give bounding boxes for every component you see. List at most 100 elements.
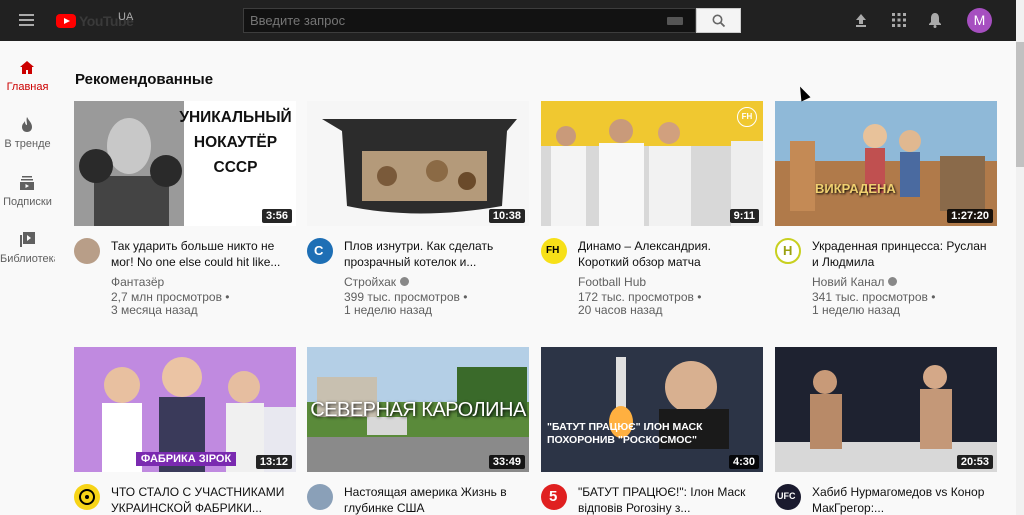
duration-badge: 33:49: [488, 455, 525, 469]
upload-age: 1 неделю назад: [344, 303, 433, 317]
thumbnail-caption: ФАБРИКА ЗІРОК: [136, 452, 236, 466]
video-card[interactable]: "БАТУТ ПРАЦЮЄ" ІЛОН МАСК ПОХОРОНИВ "РОСК…: [541, 347, 763, 515]
video-thumbnail[interactable]: ВИКРАДЕНА 1:27:20: [775, 101, 997, 226]
channel-avatar[interactable]: C: [307, 238, 333, 264]
upload-age: 20 часов назад: [578, 303, 663, 317]
duration-badge: 13:12: [255, 455, 292, 469]
cartoon-princess-image: [775, 101, 997, 226]
upload-age: 3 месяца назад: [111, 303, 198, 317]
view-count: 399 тыс. просмотров •: [344, 290, 468, 304]
thumbnail-caption: СЕВЕРНАЯ КАРОЛИНА: [310, 399, 526, 421]
library-icon: [20, 232, 35, 247]
search-box: [243, 8, 696, 33]
video-card[interactable]: ФАБРИКА ЗІРОК 13:12 ЧТО СТАЛО С УЧАСТНИК…: [74, 347, 296, 515]
channel-name[interactable]: Football Hub: [578, 275, 646, 289]
channel-avatar[interactable]: Н: [775, 238, 801, 264]
thumbnail-caption: УНИКАЛЬНЫЙ НОКАУТЁР СССР: [179, 109, 292, 176]
channel-name-text: Новий Канал: [812, 275, 885, 289]
view-count: 2,7 млн просмотров •: [111, 290, 230, 304]
duration-badge: 1:27:20: [947, 209, 993, 223]
sidebar-item-label: В тренде: [4, 138, 51, 150]
channel-name[interactable]: Новий Канал: [812, 275, 898, 289]
pot-photo-image: [322, 119, 517, 214]
logo-region: UA: [118, 11, 134, 23]
sidebar-item-label: Библиотека: [0, 253, 55, 265]
sidebar: Главная В тренде Подписки Библиотека: [0, 41, 55, 515]
sidebar-item-home[interactable]: Главная: [0, 59, 55, 114]
video-card[interactable]: ВИКРАДЕНА 1:27:20 Н Украденная принцесса…: [775, 101, 997, 317]
section-title: Рекомендованные: [75, 71, 214, 88]
channel-name[interactable]: Стройхак: [344, 275, 410, 289]
channel-name-text: Фантазёр: [111, 275, 165, 289]
video-card[interactable]: СЕВЕРНАЯ КАРОЛИНА 33:49 Настоящая америк…: [307, 347, 529, 515]
channel-avatar[interactable]: [307, 484, 333, 510]
verified-icon: [888, 277, 898, 286]
sidebar-item-label: Подписки: [3, 196, 52, 208]
video-title[interactable]: Хабиб Нурмагомедов vs Конор МакГрегор:..…: [812, 484, 992, 515]
duration-badge: 4:30: [728, 455, 759, 469]
duration-badge: 3:56: [261, 209, 292, 223]
video-card[interactable]: 10:38 C Плов изнутри. Как сделать прозра…: [307, 101, 529, 317]
video-title[interactable]: Плов изнутри. Как сделать прозрачный кот…: [344, 238, 524, 270]
channel-avatar[interactable]: 5: [541, 484, 567, 510]
mouse-cursor-icon: [795, 84, 811, 102]
video-title[interactable]: Украденная принцесса: Руслан и Людмила: [812, 238, 992, 270]
video-title[interactable]: ЧТО СТАЛО С УЧАСТНИКАМИ УКРАИНСКОЙ ФАБРИ…: [111, 484, 291, 515]
football-players-image: [541, 101, 763, 226]
video-thumbnail[interactable]: 20:53: [775, 347, 997, 472]
thumbnail-caption: ВИКРАДЕНА: [815, 181, 896, 196]
duration-badge: 10:38: [488, 209, 525, 223]
video-thumbnail[interactable]: 10:38: [307, 101, 529, 226]
view-count: 341 тыс. просмотров •: [812, 290, 936, 304]
top-bar: YouTube UA M: [0, 0, 1024, 41]
upload-age: 1 неделю назад: [812, 303, 901, 317]
sidebar-item-trending[interactable]: В тренде: [0, 116, 55, 171]
search-button[interactable]: [696, 8, 741, 33]
channel-name[interactable]: Фантазёр: [111, 275, 164, 289]
ornament-icon: [79, 489, 95, 505]
video-card[interactable]: FH 9:11 FH Динамо – Александрия. Коротки…: [541, 101, 763, 317]
video-title[interactable]: Так ударить больше никто не мог! No one …: [111, 238, 291, 270]
apps-icon[interactable]: [891, 12, 907, 28]
channel-avatar[interactable]: [74, 238, 100, 264]
home-icon: [20, 61, 34, 74]
channel-avatar[interactable]: [74, 484, 100, 510]
search-icon: [712, 14, 726, 28]
sidebar-item-library[interactable]: Библиотека: [0, 231, 55, 286]
sidebar-item-label: Главная: [6, 81, 49, 93]
video-card[interactable]: 20:53 UFC Хабиб Нурмагомедов vs Конор Ма…: [775, 347, 997, 515]
channel-avatar[interactable]: FH: [541, 238, 567, 264]
video-thumbnail[interactable]: FH 9:11: [541, 101, 763, 226]
notifications-bell-icon[interactable]: [927, 12, 943, 28]
play-logo-icon: [56, 14, 76, 28]
video-card[interactable]: УНИКАЛЬНЫЙ НОКАУТЁР СССР 3:56 Так ударит…: [74, 101, 296, 317]
view-count: 172 тыс. просмотров •: [578, 290, 702, 304]
musk-rocket-image: [541, 347, 763, 472]
upload-icon[interactable]: [853, 12, 869, 28]
video-thumbnail[interactable]: СЕВЕРНАЯ КАРОЛИНА 33:49: [307, 347, 529, 472]
scrollbar-thumb[interactable]: [1016, 42, 1024, 167]
channel-avatar[interactable]: UFC: [775, 484, 801, 510]
video-thumbnail[interactable]: "БАТУТ ПРАЦЮЄ" ІЛОН МАСК ПОХОРОНИВ "РОСК…: [541, 347, 763, 472]
thumbnail-caption: "БАТУТ ПРАЦЮЄ" ІЛОН МАСК ПОХОРОНИВ "РОСК…: [547, 421, 703, 446]
duration-badge: 20:53: [956, 455, 993, 469]
sidebar-item-subscriptions[interactable]: Подписки: [0, 174, 55, 229]
page-scrollbar[interactable]: [1016, 0, 1024, 515]
subscriptions-icon: [20, 176, 34, 190]
duration-badge: 9:11: [729, 209, 759, 223]
channel-name-text: Football Hub: [578, 275, 647, 289]
video-title[interactable]: Динамо – Александрия. Короткий обзор мат…: [578, 238, 758, 270]
search-input[interactable]: [250, 13, 650, 28]
channel-watermark: FH: [737, 107, 757, 127]
video-thumbnail[interactable]: УНИКАЛЬНЫЙ НОКАУТЁР СССР 3:56: [74, 101, 296, 226]
keyboard-icon[interactable]: [667, 17, 683, 25]
video-title[interactable]: Настоящая америка Жизнь в глубинке США: [344, 484, 524, 515]
channel-name-text: Стройхак: [344, 275, 397, 289]
verified-icon: [400, 277, 410, 286]
menu-icon[interactable]: [19, 14, 34, 26]
video-title[interactable]: "БАТУТ ПРАЦЮЄ!": Ілон Маск відповів Рого…: [578, 484, 758, 515]
youtube-logo[interactable]: YouTube UA: [56, 11, 136, 31]
video-thumbnail[interactable]: ФАБРИКА ЗІРОК 13:12: [74, 347, 296, 472]
account-avatar[interactable]: M: [967, 8, 992, 33]
trending-icon: [22, 117, 32, 132]
